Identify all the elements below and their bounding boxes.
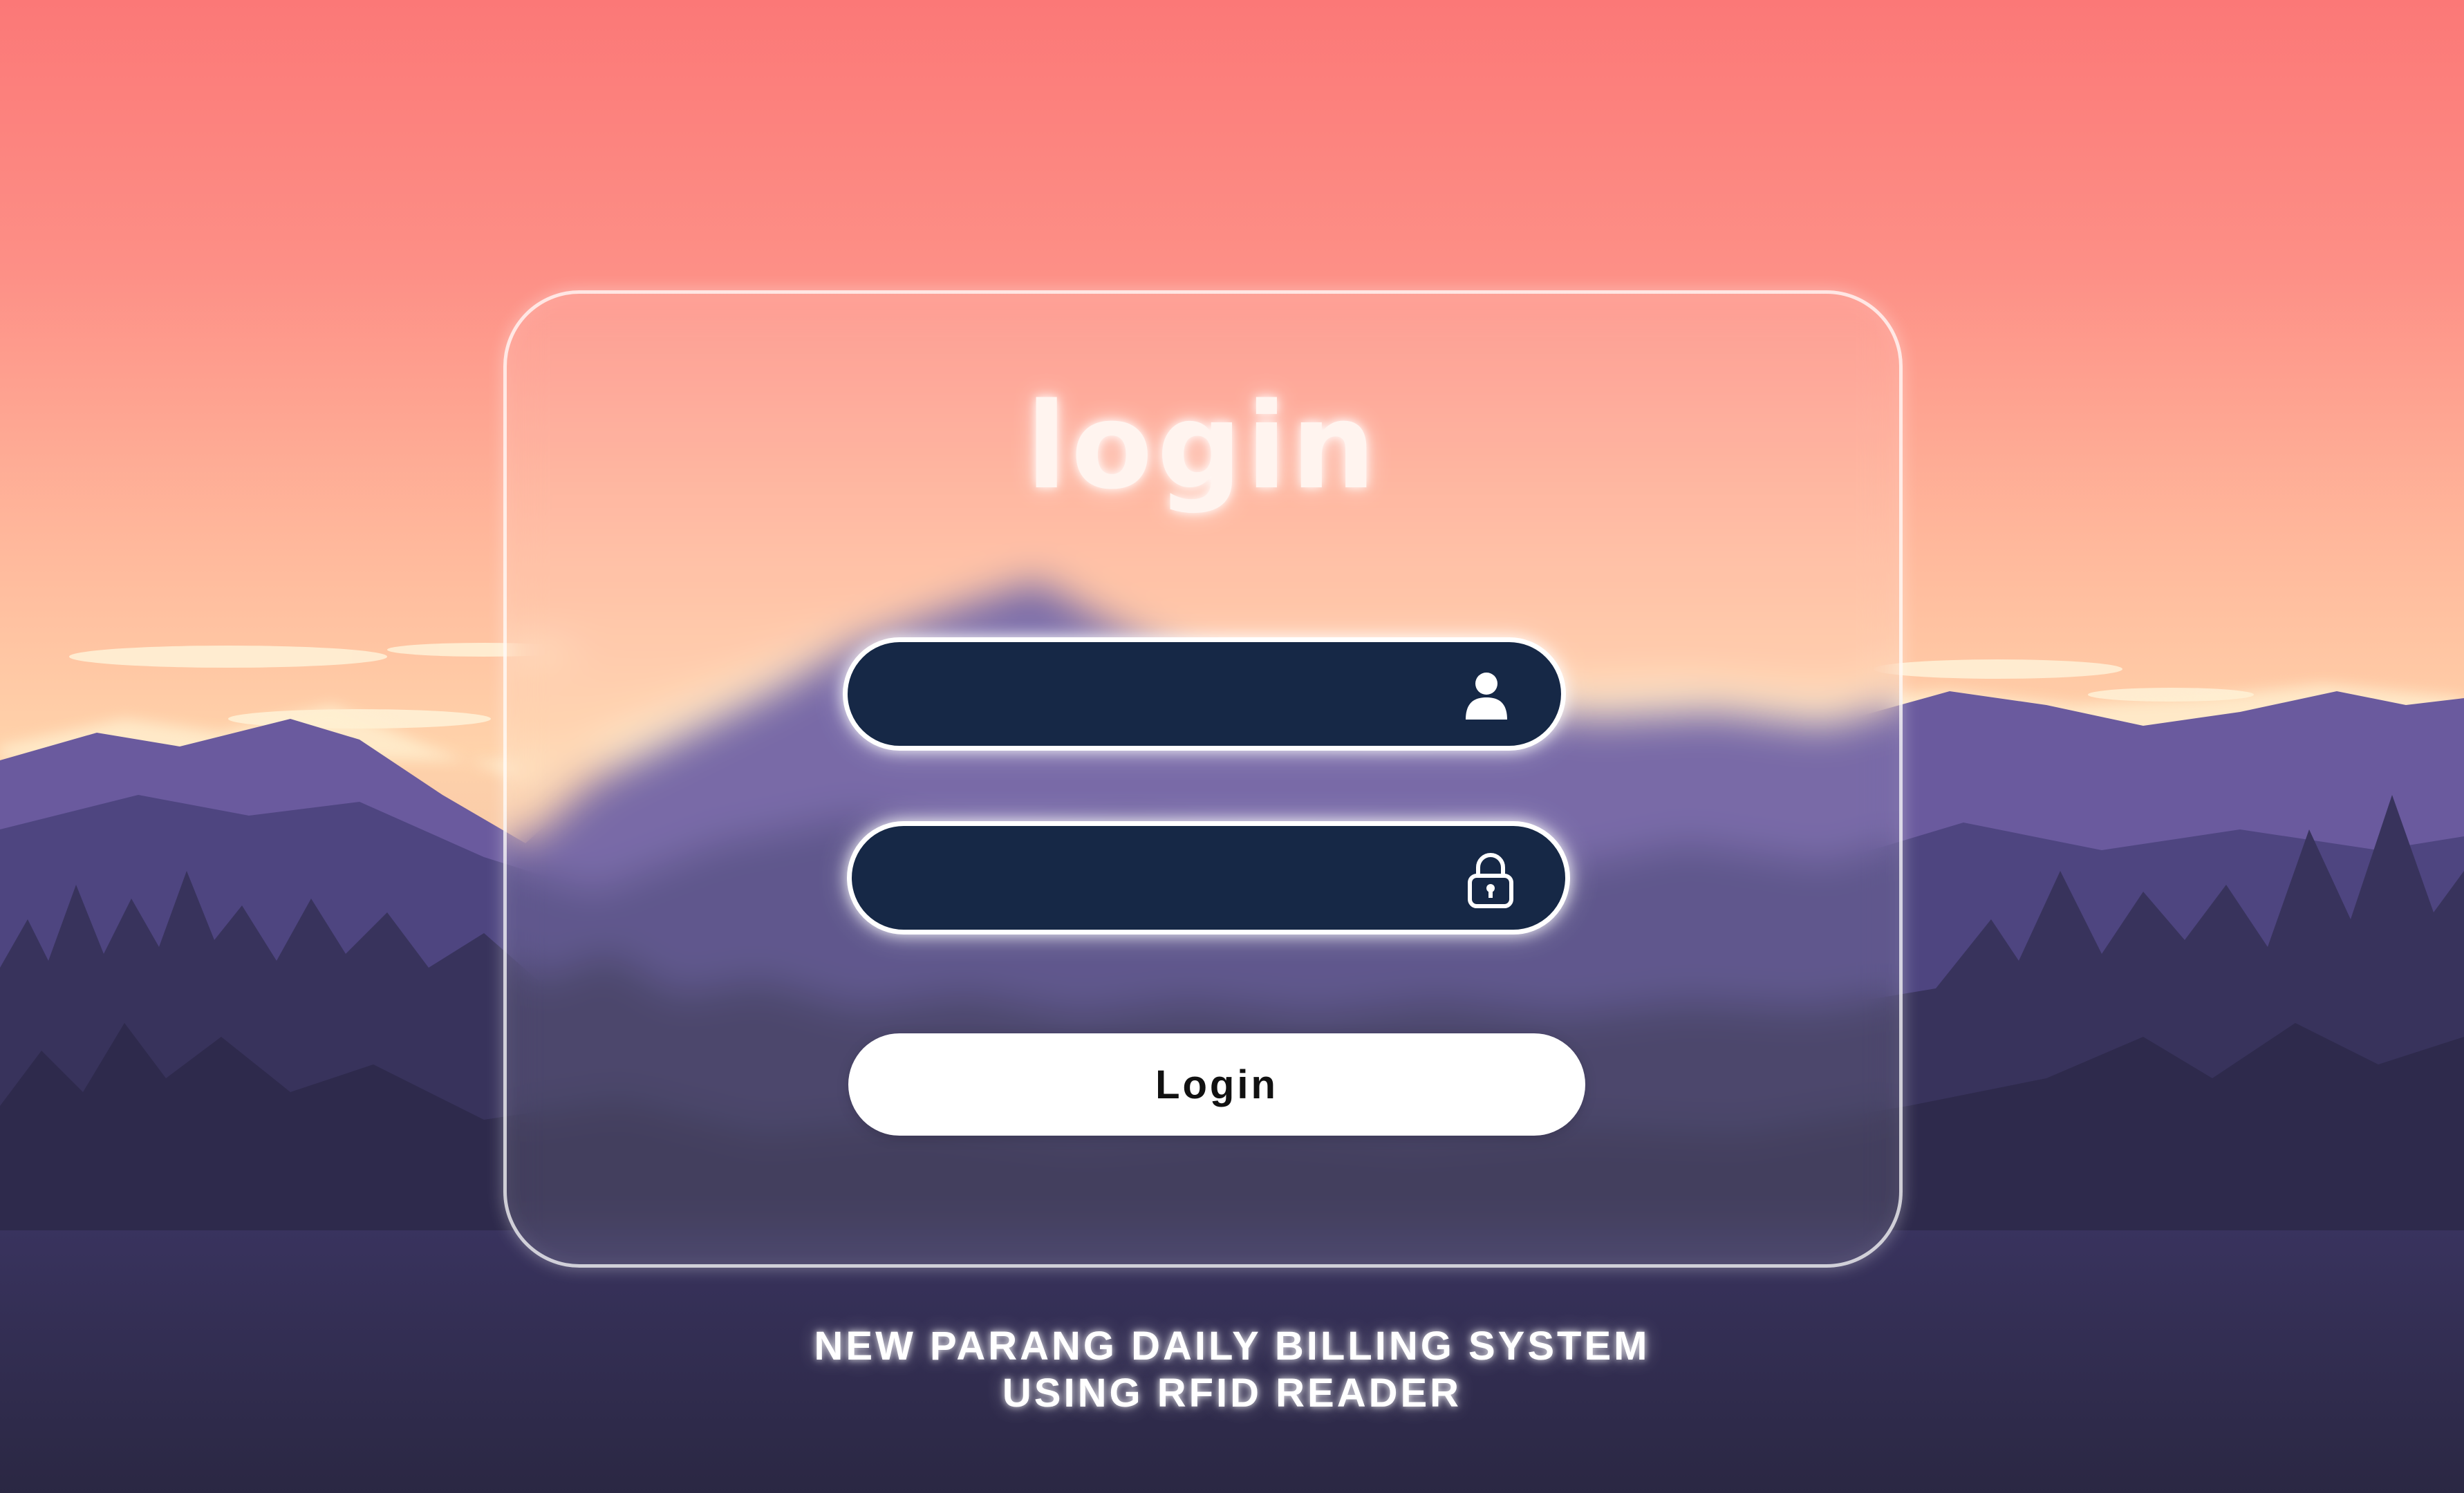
lock-icon bbox=[1468, 853, 1513, 908]
footer-caption: NEW PARANG DAILY BILLING SYSTEM USING RF… bbox=[0, 1323, 2464, 1417]
footer-line-2: USING RFID READER bbox=[1002, 1371, 1462, 1416]
username-input[interactable] bbox=[889, 642, 1459, 747]
user-icon bbox=[1466, 673, 1507, 720]
username-field[interactable] bbox=[843, 637, 1566, 751]
footer-line-1: NEW PARANG DAILY BILLING SYSTEM bbox=[814, 1324, 1650, 1369]
page-title: login bbox=[1026, 377, 1380, 516]
password-field[interactable] bbox=[847, 821, 1570, 935]
login-button[interactable]: Login bbox=[848, 1033, 1585, 1136]
password-input[interactable] bbox=[893, 826, 1463, 931]
login-card: login Login bbox=[503, 290, 1903, 1268]
